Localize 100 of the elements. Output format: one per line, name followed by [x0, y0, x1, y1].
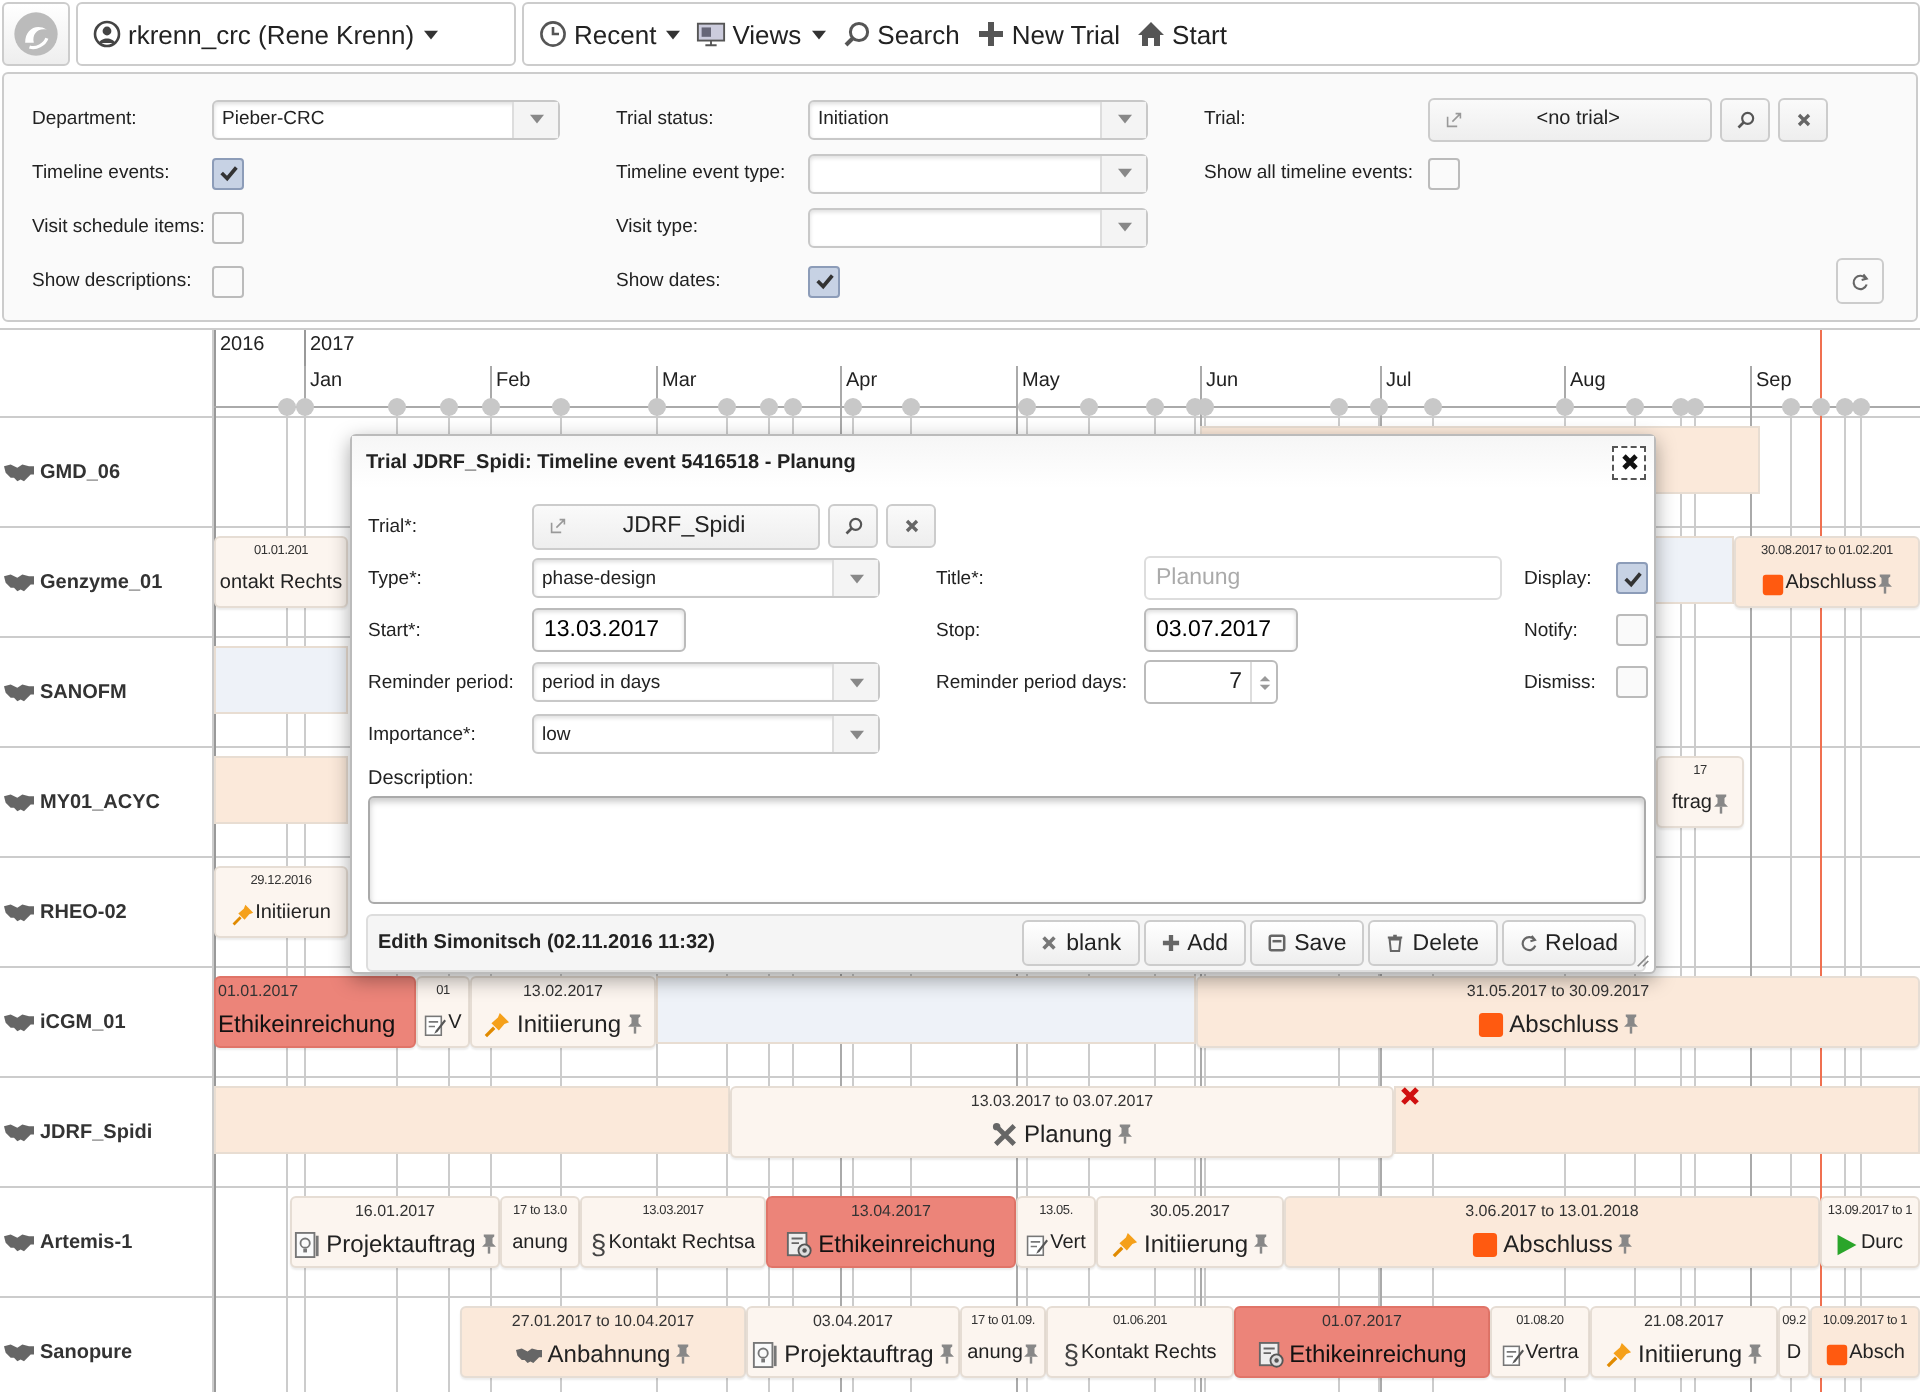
- timeline-event[interactable]: 30.05.2017 Initiierung: [1096, 1196, 1284, 1268]
- trial-name[interactable]: Artemis-1: [40, 1231, 133, 1253]
- caret-icon: [849, 573, 863, 583]
- trial-name[interactable]: Sanopure: [40, 1341, 133, 1363]
- spinner-arrows-icon[interactable]: [1257, 671, 1271, 693]
- pin-icon[interactable]: [1618, 1234, 1633, 1254]
- field-label: Type*:: [368, 567, 424, 589]
- timeline-event[interactable]: 16.01.2017 Projektauftrag: [290, 1196, 500, 1268]
- checkbox[interactable]: [808, 265, 840, 297]
- trial-lookup-field[interactable]: JDRF_Spidi: [532, 503, 820, 549]
- close-button[interactable]: [1612, 445, 1646, 479]
- pin-icon[interactable]: [1878, 574, 1893, 594]
- nav-item[interactable]: Start: [1130, 15, 1234, 53]
- save-icon: [1268, 934, 1287, 952]
- timeline-event[interactable]: 01.01.2017 Ethikeinreichung: [214, 976, 416, 1048]
- nav-item[interactable]: Recent: [532, 15, 687, 53]
- select-field[interactable]: Initiation: [808, 99, 1148, 139]
- title-field[interactable]: Planung: [1144, 556, 1502, 600]
- timeline-event[interactable]: 31.05.2017 to 30.09.2017 Abschluss: [1196, 976, 1920, 1048]
- trial-name[interactable]: SANOFM: [40, 681, 127, 703]
- dialog-button[interactable]: blank: [1022, 920, 1140, 966]
- field-label: Reminder period:: [368, 671, 516, 693]
- refresh-button[interactable]: [1836, 258, 1884, 304]
- dialog-button[interactable]: Save: [1250, 920, 1365, 966]
- search-button[interactable]: [1720, 97, 1771, 141]
- pin-icon[interactable]: [1024, 1344, 1039, 1364]
- caret-icon: [529, 114, 543, 124]
- search-button[interactable]: [828, 504, 878, 548]
- event-label: Vert: [1050, 1230, 1086, 1258]
- dialog-button[interactable]: Reload: [1501, 920, 1636, 966]
- timeline-event[interactable]: 13.03.2017 to 03.07.2017 Planung: [730, 1086, 1394, 1158]
- field-label: Trial status:: [616, 108, 716, 130]
- number-field[interactable]: 7: [1144, 660, 1278, 704]
- field-label: Show all timeline events:: [1204, 162, 1416, 184]
- select-field[interactable]: Pieber-CRC: [212, 99, 560, 139]
- clear-button[interactable]: [1778, 97, 1828, 141]
- trial-lookup-field[interactable]: <no trial>: [1428, 97, 1713, 141]
- pin-icon[interactable]: [1714, 794, 1728, 814]
- trial-name[interactable]: RHEO-02: [40, 901, 127, 923]
- event-date: 13.04.2017: [850, 1202, 932, 1222]
- trial-name[interactable]: GMD_06: [40, 461, 121, 483]
- timeline-event[interactable]: 13.02.2017 Initiierung: [470, 976, 656, 1048]
- trial-name[interactable]: MY01_ACYC: [40, 791, 161, 813]
- event-label: Abschluss: [1785, 570, 1877, 598]
- clear-button[interactable]: [886, 504, 936, 548]
- select-field[interactable]: phase-design: [532, 558, 880, 598]
- select-field[interactable]: period in days: [532, 662, 880, 702]
- trial-name[interactable]: Genzyme_01: [40, 571, 163, 593]
- pin-icon[interactable]: [1624, 1014, 1639, 1034]
- timeline-event[interactable]: 13.04.2017 Ethikeinreichung: [766, 1196, 1016, 1268]
- event-label: V: [448, 1010, 462, 1038]
- pin-icon[interactable]: [1254, 1234, 1269, 1254]
- event-date: 16.01.2017: [354, 1202, 436, 1222]
- checkbox[interactable]: [1616, 562, 1648, 594]
- dialog-button[interactable]: Delete: [1368, 920, 1498, 966]
- pin-icon[interactable]: [676, 1344, 691, 1364]
- select-field[interactable]: [808, 153, 1148, 193]
- timeline-event[interactable]: 21.08.2017 Initiierung: [1590, 1306, 1778, 1378]
- square-icon: [1825, 1343, 1848, 1365]
- cross-icon[interactable]: [1400, 1086, 1420, 1106]
- nav-item[interactable]: Search: [835, 15, 966, 53]
- nav-item[interactable]: New Trial: [969, 15, 1127, 53]
- month-label: Apr: [846, 370, 878, 392]
- checkbox[interactable]: [212, 157, 244, 189]
- description-field[interactable]: [368, 796, 1646, 904]
- pin-icon[interactable]: [1748, 1344, 1763, 1364]
- timeline-event[interactable]: 27.01.2017 to 10.04.2017 Anbahnung: [460, 1306, 746, 1378]
- pin-icon[interactable]: [627, 1014, 642, 1034]
- handshake-icon: [4, 572, 34, 592]
- checkbox[interactable]: [1616, 666, 1648, 698]
- timeline-event[interactable]: 3.06.2017 to 13.01.2018 Abschluss: [1284, 1196, 1820, 1268]
- trial-name[interactable]: JDRF_Spidi: [40, 1121, 153, 1143]
- dialog-button[interactable]: Add: [1143, 920, 1247, 966]
- handshake-icon: [4, 902, 34, 922]
- checkbox[interactable]: [212, 265, 244, 297]
- timeline-event[interactable]: 03.04.2017 Projektauftrag: [746, 1306, 960, 1378]
- checkbox[interactable]: [212, 211, 244, 243]
- month-label: Jul: [1386, 370, 1412, 392]
- month-label: May: [1022, 370, 1060, 392]
- close-icon: [1040, 934, 1059, 952]
- pin-icon[interactable]: [939, 1344, 954, 1364]
- date-field[interactable]: 13.03.2017: [532, 608, 686, 652]
- document-icon: [786, 1231, 813, 1257]
- event-label: Vertra: [1525, 1340, 1579, 1368]
- date-field[interactable]: 03.07.2017: [1144, 608, 1298, 652]
- select-field[interactable]: [808, 207, 1148, 247]
- pushpin-icon: [484, 1011, 511, 1037]
- checkbox[interactable]: [1428, 157, 1460, 189]
- play-icon: [1836, 1233, 1859, 1255]
- resize-grip-icon[interactable]: [1636, 954, 1650, 968]
- event-label: Projektauftrag: [784, 1338, 934, 1370]
- pin-icon[interactable]: [481, 1234, 496, 1254]
- timeline-event[interactable]: 01.07.2017 Ethikeinreichung: [1234, 1306, 1490, 1378]
- select-field[interactable]: low: [532, 714, 880, 754]
- checkbox[interactable]: [1616, 614, 1648, 646]
- pin-icon[interactable]: [1118, 1124, 1133, 1144]
- handshake-icon: [4, 682, 34, 702]
- nav-item[interactable]: Views: [690, 15, 832, 53]
- logo[interactable]: [2, 2, 70, 66]
- trial-name[interactable]: iCGM_01: [40, 1011, 126, 1033]
